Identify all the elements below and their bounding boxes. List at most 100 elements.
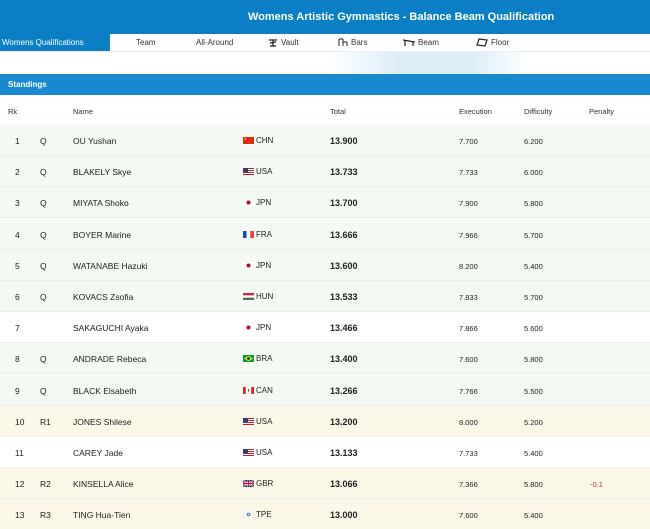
tab-bars[interactable]: Bars bbox=[338, 34, 367, 51]
country-code: JPN bbox=[256, 323, 272, 333]
table-row[interactable]: 9 Q BLACK Elsabeth CAN 13.266 7.766 5.500 bbox=[0, 374, 650, 406]
tab-label: Vault bbox=[281, 38, 299, 47]
table-row[interactable]: 2 Q BLAKELY Skye USA 13.733 7.733 6.000 bbox=[0, 156, 650, 188]
total-score: 13.666 bbox=[330, 229, 358, 240]
athlete-name[interactable]: WATANABE Hazuki bbox=[73, 261, 147, 271]
table-row[interactable]: 8 Q ANDRADE Rebeca BRA 13.400 7.600 5.800 bbox=[0, 343, 650, 375]
qualification-status: Q bbox=[40, 292, 47, 302]
floor-icon bbox=[476, 38, 488, 48]
qualification-status: R1 bbox=[40, 416, 51, 427]
penalty-score: -0.1 bbox=[590, 480, 603, 490]
tab-womens-qualifications[interactable]: Womens Qualifications bbox=[0, 34, 110, 51]
col-execution: Execution bbox=[459, 107, 492, 116]
difficulty-score: 5.400 bbox=[524, 449, 543, 458]
tab-vault[interactable]: Vault bbox=[268, 34, 299, 51]
difficulty-score: 5.800 bbox=[524, 355, 543, 365]
athlete-name[interactable]: MIYATA Shoko bbox=[73, 198, 129, 208]
qualification-status: R2 bbox=[40, 479, 51, 490]
app-header: Womens Artistic Gymnastics - Balance Bea… bbox=[0, 0, 650, 34]
flag-icon bbox=[243, 168, 254, 176]
country-code: GBR bbox=[256, 479, 274, 489]
rank: 10 bbox=[15, 416, 25, 427]
rank: 8 bbox=[15, 354, 20, 365]
country-code: USA bbox=[256, 448, 273, 457]
table-row[interactable]: 12 R2 KINSELLA Alice GBR 13.066 7.366 5.800 -0.… bbox=[0, 468, 650, 500]
tab-floor[interactable]: Floor bbox=[476, 34, 509, 51]
total-score: 13.900 bbox=[330, 136, 358, 146]
flag-icon bbox=[243, 386, 254, 394]
tab-label: Beam bbox=[418, 38, 439, 47]
tab-label: Floor bbox=[491, 38, 510, 47]
standings-bar: Standings bbox=[0, 74, 650, 95]
tab-bar: Womens Qualifications Team All-Around Va… bbox=[0, 34, 650, 52]
rank: 2 bbox=[15, 167, 20, 178]
tab-beam[interactable]: Beam bbox=[403, 34, 439, 51]
table-row[interactable]: 4 Q BOYER Marine FRA 13.666 7.966 5.700 bbox=[0, 218, 650, 250]
difficulty-score: 5.400 bbox=[524, 511, 543, 521]
table-row[interactable]: 6 Q KOVACS Zsofia HUN 13.533 7.833 5.700 bbox=[0, 281, 650, 312]
athlete-name[interactable]: BOYER Marine bbox=[73, 230, 131, 240]
total-score: 13.533 bbox=[330, 292, 358, 302]
country-code: HUN bbox=[256, 292, 274, 301]
qualification-status: Q bbox=[40, 385, 47, 396]
athlete-name[interactable]: KINSELLA Alice bbox=[73, 479, 133, 489]
flag-icon bbox=[243, 199, 254, 207]
athlete-name[interactable]: BLAKELY Skye bbox=[73, 167, 131, 177]
athlete-name[interactable]: TING Hua-Tien bbox=[73, 510, 130, 520]
tab-team[interactable]: Team bbox=[136, 34, 156, 51]
execution-score: 7.600 bbox=[459, 355, 478, 365]
flag-icon bbox=[243, 293, 254, 300]
page-title: Womens Artistic Gymnastics - Balance Bea… bbox=[248, 11, 555, 23]
col-difficulty: Difficulty bbox=[524, 107, 553, 116]
athlete-name[interactable]: SAKAGUCHI Ayaka bbox=[73, 323, 148, 333]
country-code: CAN bbox=[256, 385, 273, 395]
flag-icon bbox=[243, 480, 254, 488]
difficulty-score: 5.800 bbox=[524, 199, 543, 209]
table-row[interactable]: 10 R1 JONES Shilese USA 13.200 8.000 5.200 bbox=[0, 405, 650, 437]
execution-score: 7.766 bbox=[459, 386, 478, 396]
tab-all-around[interactable]: All-Around bbox=[196, 34, 233, 51]
qualification-status: Q bbox=[40, 229, 47, 240]
athlete-name[interactable]: BLACK Elsabeth bbox=[73, 386, 136, 396]
execution-score: 7.833 bbox=[459, 293, 478, 302]
table-header: Rk Name Total Execution Difficulty Penal… bbox=[0, 95, 650, 125]
athlete-name[interactable]: ANDRADE Rebeca bbox=[73, 354, 146, 364]
total-score: 13.066 bbox=[330, 479, 358, 490]
tab-label: All-Around bbox=[196, 38, 234, 47]
rank: 1 bbox=[15, 136, 20, 146]
difficulty-score: 6.000 bbox=[524, 168, 543, 178]
qualification-status: Q bbox=[40, 167, 47, 178]
table-row[interactable]: 1 Q OU Yushan CHN 13.900 7.700 6.200 bbox=[0, 125, 650, 156]
execution-score: 7.366 bbox=[459, 480, 478, 490]
execution-score: 7.866 bbox=[459, 324, 478, 334]
tab-label: Team bbox=[136, 38, 156, 47]
difficulty-score: 5.200 bbox=[524, 417, 543, 427]
beam-icon bbox=[403, 39, 415, 47]
table-row[interactable]: 3 Q MIYATA Shoko JPN 13.700 7.900 5.800 bbox=[0, 187, 650, 219]
difficulty-score: 5.400 bbox=[524, 261, 543, 271]
total-score: 13.733 bbox=[330, 167, 358, 178]
standings-label: Standings bbox=[8, 80, 47, 89]
total-score: 13.700 bbox=[330, 198, 358, 209]
rank: 4 bbox=[15, 229, 20, 240]
rank: 5 bbox=[15, 260, 20, 271]
rank: 11 bbox=[15, 448, 24, 458]
table-row[interactable]: 5 Q WATANABE Hazuki JPN 13.600 8.200 5.400 bbox=[0, 249, 650, 281]
difficulty-score: 6.200 bbox=[524, 137, 543, 146]
execution-score: 8.200 bbox=[459, 261, 478, 271]
country-code: JPN bbox=[256, 260, 272, 270]
qualification-status: Q bbox=[40, 136, 47, 146]
table-row[interactable]: 13 R3 TING Hua-Tien TPE 13.000 7.600 5.400 bbox=[0, 499, 650, 529]
table-row[interactable]: 7 SAKAGUCHI Ayaka JPN 13.466 7.866 5.600 bbox=[0, 312, 650, 344]
country-code: JPN bbox=[256, 198, 272, 208]
execution-score: 7.733 bbox=[459, 168, 478, 178]
athlete-name[interactable]: CAREY Jade bbox=[73, 448, 123, 458]
athlete-name[interactable]: KOVACS Zsofia bbox=[73, 292, 133, 302]
qualification-status: Q bbox=[40, 354, 47, 365]
flag-icon bbox=[243, 324, 254, 332]
athlete-name[interactable]: JONES Shilese bbox=[73, 417, 132, 427]
country-code: CHN bbox=[256, 136, 274, 145]
difficulty-score: 5.700 bbox=[524, 230, 543, 240]
table-row[interactable]: 11 CAREY Jade USA 13.133 7.733 5.400 bbox=[0, 437, 650, 468]
athlete-name[interactable]: OU Yushan bbox=[73, 136, 116, 146]
